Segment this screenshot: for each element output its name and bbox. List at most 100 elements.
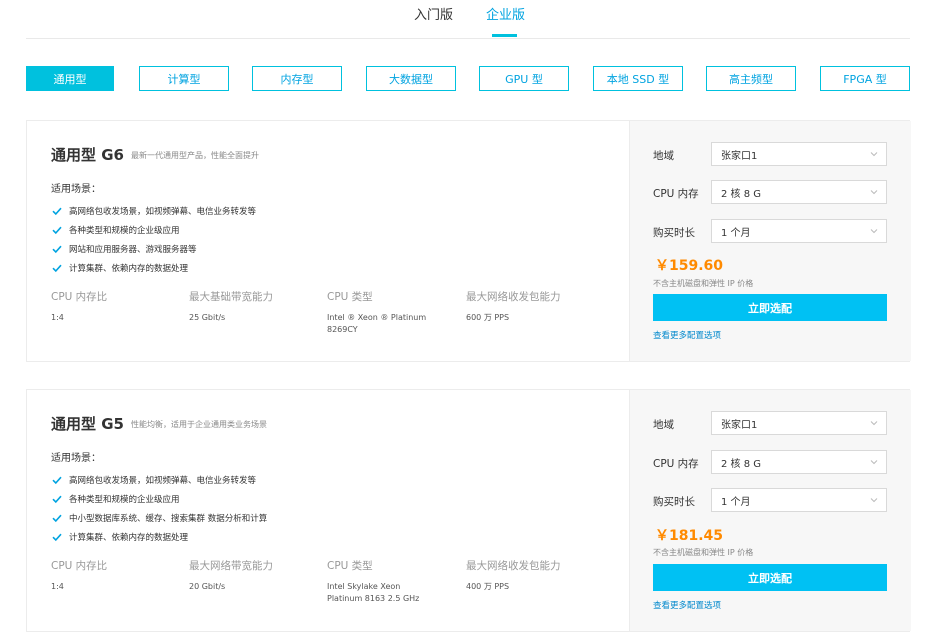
product-title: 通用型 G5: [51, 415, 124, 433]
region-label: 地域: [653, 419, 674, 431]
spec-cpu-type: CPU 类型 Intel ® Xeon ® Platinum 8269CY: [327, 289, 437, 336]
chevron-down-icon: [870, 458, 878, 466]
active-tab-indicator: [492, 34, 517, 37]
region-label: 地域: [653, 150, 674, 162]
check-icon: [51, 243, 63, 255]
check-icon: [51, 224, 63, 236]
category-tab-memory[interactable]: 内存型: [252, 66, 342, 91]
spec-cpu-type: CPU 类型 Intel Skylake Xeon Platinum 8163 …: [327, 558, 437, 605]
edition-tabs: 入门版 企业版: [0, 0, 951, 38]
cpu-memory-select[interactable]: 2 核 8 G: [711, 180, 887, 204]
divider: [26, 38, 910, 39]
buy-now-button[interactable]: 立即选配: [653, 294, 887, 321]
chevron-down-icon: [870, 227, 878, 235]
price: ￥159.60: [655, 258, 724, 274]
spec-label: 最大网络收发包能力: [466, 291, 561, 303]
scenario-text: 各种类型和规模的企业级应用: [69, 225, 180, 236]
check-icon: [51, 262, 63, 274]
spec-value: Intel ® Xeon ® Platinum 8269CY: [327, 313, 427, 334]
spec-label: 最大基础带宽能力: [189, 291, 273, 303]
scenario-item: 中小型数据库系统、缓存、搜索集群 数据分析和计算: [51, 508, 267, 527]
spec-label: 最大网络收发包能力: [466, 560, 561, 572]
check-icon: [51, 512, 63, 524]
scenario-text: 高网络包收发场景，如视频弹幕、电信业务转发等: [69, 206, 257, 217]
check-icon: [51, 531, 63, 543]
region-select[interactable]: 张家口1: [711, 142, 887, 166]
spec-label: CPU 内存比: [51, 560, 108, 572]
check-icon: [51, 493, 63, 505]
duration-value: 1 个月: [721, 227, 751, 239]
spec-label: CPU 类型: [327, 291, 373, 303]
scenario-item: 网站和应用服务器、游戏服务器等: [51, 239, 256, 258]
product-card-g6: 通用型 G6 最新一代通用型产品，性能全面提升 适用场景： 高网络包收发场景，如…: [26, 120, 911, 362]
scenario-text: 各种类型和规模的企业级应用: [69, 494, 180, 505]
tab-enterprise-edition[interactable]: 企业版: [486, 4, 525, 23]
purchase-panel: 地域 张家口1 CPU 内存 2 核 8 G 购买时长 1 个月 ￥181.45…: [629, 390, 911, 631]
spec-value: 25 Gbit/s: [189, 313, 226, 322]
scenario-item: 计算集群、依赖内存的数据处理: [51, 527, 267, 546]
product-subtitle: 性能均衡，适用于企业通用类业务场景: [131, 420, 267, 429]
spec-value: 1:4: [51, 313, 64, 322]
spec-bandwidth: 最大基础带宽能力 25 Gbit/s: [189, 289, 319, 324]
scenario-list: 高网络包收发场景，如视频弹幕、电信业务转发等 各种类型和规模的企业级应用 网站和…: [51, 201, 256, 277]
cpu-memory-label: CPU 内存: [653, 458, 699, 470]
duration-label: 购买时长: [653, 227, 695, 239]
category-tab-high-frequency[interactable]: 高主频型: [706, 66, 796, 91]
price-note: 不含主机磁盘和弹性 IP 价格: [653, 548, 754, 557]
category-tab-compute[interactable]: 计算型: [139, 66, 229, 91]
chevron-down-icon: [870, 150, 878, 158]
spec-value: 20 Gbit/s: [189, 582, 226, 591]
product-title: 通用型 G6: [51, 146, 124, 164]
category-tab-fpga[interactable]: FPGA 型: [820, 66, 910, 91]
duration-select[interactable]: 1 个月: [711, 219, 887, 243]
spec-value: 1:4: [51, 582, 64, 591]
more-options-link[interactable]: 查看更多配置选项: [653, 329, 721, 341]
spec-label: CPU 类型: [327, 560, 373, 572]
duration-select[interactable]: 1 个月: [711, 488, 887, 512]
spec-pps: 最大网络收发包能力 400 万 PPS: [466, 558, 596, 593]
price: ￥181.45: [655, 528, 724, 544]
category-tab-general[interactable]: 通用型: [26, 66, 114, 91]
spec-value: Intel Skylake Xeon Platinum 8163 2.5 GHz: [327, 582, 420, 603]
spec-value: 400 万 PPS: [466, 582, 510, 591]
cpu-memory-label: CPU 内存: [653, 188, 699, 200]
region-select[interactable]: 张家口1: [711, 411, 887, 435]
scenario-item: 各种类型和规模的企业级应用: [51, 489, 267, 508]
scenario-item: 高网络包收发场景，如视频弹幕、电信业务转发等: [51, 201, 256, 220]
purchase-panel: 地域 张家口1 CPU 内存 2 核 8 G 购买时长 1 个月 ￥159.60…: [629, 121, 911, 361]
scenario-item: 高网络包收发场景，如视频弹幕、电信业务转发等: [51, 470, 267, 489]
more-options-link[interactable]: 查看更多配置选项: [653, 599, 721, 611]
category-tab-bigdata[interactable]: 大数据型: [366, 66, 456, 91]
tab-entry-edition[interactable]: 入门版: [414, 4, 453, 23]
product-info: 通用型 G5 性能均衡，适用于企业通用类业务场景 适用场景： 高网络包收发场景，…: [27, 390, 629, 631]
duration-label: 购买时长: [653, 496, 695, 508]
cpu-memory-value: 2 核 8 G: [721, 188, 762, 200]
scenario-list: 高网络包收发场景，如视频弹幕、电信业务转发等 各种类型和规模的企业级应用 中小型…: [51, 470, 267, 546]
buy-now-button[interactable]: 立即选配: [653, 564, 887, 591]
scenario-text: 高网络包收发场景，如视频弹幕、电信业务转发等: [69, 475, 257, 486]
check-icon: [51, 205, 63, 217]
category-tab-gpu[interactable]: GPU 型: [479, 66, 569, 91]
product-info: 通用型 G6 最新一代通用型产品，性能全面提升 适用场景： 高网络包收发场景，如…: [27, 121, 629, 361]
chevron-down-icon: [870, 188, 878, 196]
region-value: 张家口1: [721, 419, 758, 431]
scenario-title: 适用场景：: [51, 453, 101, 464]
scenario-title: 适用场景：: [51, 184, 101, 195]
spec-bandwidth: 最大网络带宽能力 20 Gbit/s: [189, 558, 319, 593]
scenario-text: 中小型数据库系统、缓存、搜索集群 数据分析和计算: [69, 513, 268, 524]
scenario-text: 网站和应用服务器、游戏服务器等: [69, 244, 197, 255]
scenario-item: 各种类型和规模的企业级应用: [51, 220, 256, 239]
check-icon: [51, 474, 63, 486]
category-tab-local-ssd[interactable]: 本地 SSD 型: [593, 66, 683, 91]
scenario-text: 计算集群、依赖内存的数据处理: [69, 263, 189, 274]
spec-pps: 最大网络收发包能力 600 万 PPS: [466, 289, 596, 324]
spec-cpu-memory-ratio: CPU 内存比 1:4: [51, 558, 181, 593]
product-card-g5: 通用型 G5 性能均衡，适用于企业通用类业务场景 适用场景： 高网络包收发场景，…: [26, 389, 911, 632]
spec-value: 600 万 PPS: [466, 313, 510, 322]
cpu-memory-select[interactable]: 2 核 8 G: [711, 450, 887, 474]
cpu-memory-value: 2 核 8 G: [721, 458, 762, 470]
region-value: 张家口1: [721, 150, 758, 162]
price-note: 不含主机磁盘和弹性 IP 价格: [653, 279, 754, 288]
product-subtitle: 最新一代通用型产品，性能全面提升: [131, 151, 259, 160]
duration-value: 1 个月: [721, 496, 751, 508]
